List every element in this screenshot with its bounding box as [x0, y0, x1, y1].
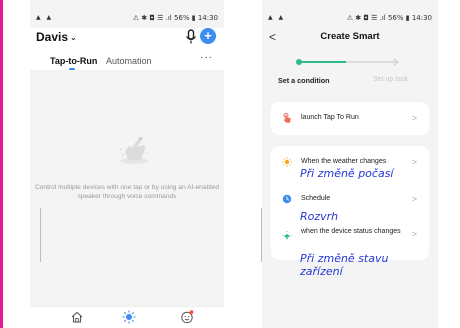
smart-icon[interactable] [122, 310, 136, 324]
active-tab-indicator [69, 68, 75, 70]
empty-state-hand-icon [120, 137, 148, 164]
add-button[interactable]: + [200, 28, 216, 44]
left-frame-border [0, 0, 3, 328]
tap-hand-icon [283, 113, 291, 123]
device-status-icon [282, 231, 292, 240]
status-right-info: ⚠ ✱ ◘ ☰ .ıl 56% ▮ 14:30 [132, 14, 218, 22]
bottom-navigation [30, 306, 224, 328]
tab-tap-to-run[interactable]: Tap-to-Run [50, 56, 97, 66]
tab-bar: Tap-to-Run Automation ··· [30, 52, 224, 70]
more-options-icon[interactable]: ··· [200, 52, 213, 63]
empty-state-text: Control multiple devices with one tap or… [34, 184, 219, 200]
annotation-weather: Při změně počasí [300, 167, 394, 180]
launch-tap-to-run-card[interactable]: launch Tap To Run > [271, 102, 429, 135]
step-set-up-task: Set up task [373, 76, 409, 83]
annotation-schedule: Rozvrh [300, 210, 339, 223]
chevron-right-icon: > [411, 229, 417, 239]
divider-line [40, 208, 41, 262]
condition-label: launch Tap To Run [301, 114, 359, 121]
condition-label: Schedule [301, 195, 331, 202]
condition-label: When the weather changes [301, 158, 387, 165]
status-bar: ▲ ▲ ⚠ ✱ ◘ ☰ .ıl 56% ▮ 14:30 [36, 14, 218, 24]
home-name-label: Davis [36, 30, 69, 44]
step-set-condition: Set a condition [278, 76, 330, 85]
status-right-info: ⚠ ✱ ◘ ☰ .ıl 56% ▮ 14:30 [346, 14, 432, 22]
chevron-down-icon: ⌄ [70, 33, 77, 42]
sun-icon [282, 157, 292, 167]
page-header: < Create Smart [262, 28, 438, 48]
tap-to-run-screen: ▲ ▲ ⚠ ✱ ◘ ☰ .ıl 56% ▮ 14:30 Davis ⌄ + Tap… [30, 0, 224, 328]
page-title: Create Smart [320, 31, 380, 42]
step-progress-indicator [296, 58, 399, 66]
chevron-right-icon: > [411, 194, 417, 204]
chevron-right-icon: > [411, 157, 417, 167]
tab-automation[interactable]: Automation [106, 56, 152, 66]
create-smart-screen: ▲ ▲ ⚠ ✱ ◘ ☰ .ıl 56% ▮ 14:30 < Create Sma… [262, 0, 438, 328]
status-bar: ▲ ▲ ⚠ ✱ ◘ ☰ .ıl 56% ▮ 14:30 [268, 14, 432, 24]
me-icon[interactable] [180, 310, 194, 324]
status-left-icons: ▲ ▲ [268, 14, 286, 21]
home-icon[interactable] [70, 310, 84, 324]
conditions-card: When the weather changes > Schedule > wh… [271, 146, 429, 260]
annotation-device-line2: zařízení [300, 265, 343, 278]
condition-label: when the device status changes [301, 228, 401, 235]
chevron-right-icon: > [411, 113, 417, 123]
home-selector[interactable]: Davis ⌄ [36, 30, 77, 44]
annotation-device-line1: Při změně stavu [300, 252, 389, 265]
clock-icon [282, 194, 292, 204]
microphone-icon[interactable] [184, 29, 198, 45]
status-left-icons: ▲ ▲ [36, 14, 54, 21]
